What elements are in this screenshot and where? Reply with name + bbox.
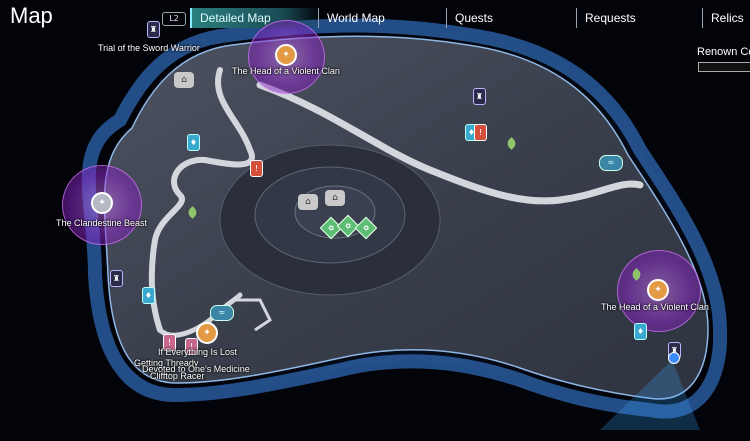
label-violent-clan-north: The Head of a Violent Clan [232, 66, 340, 76]
tab-requests[interactable]: Requests [576, 8, 695, 28]
label-trial: Trial of the Sword Warrior [98, 43, 200, 53]
shelter-icon[interactable]: ⌂ [298, 194, 318, 210]
shelter-icon[interactable]: ⌂ [325, 190, 345, 206]
waypoint-icon[interactable]: ♦ [634, 323, 647, 340]
page-title: Map [10, 3, 53, 28]
boss-medal-icon[interactable]: ✦ [275, 44, 297, 66]
renown-label: Renown Co [697, 46, 750, 58]
trial-marker-icon[interactable]: ♜ [147, 21, 160, 38]
tab-quests[interactable]: Quests [446, 8, 565, 28]
fishing-spot-icon[interactable]: ≈ [210, 305, 234, 321]
monument-icon[interactable]: ♜ [473, 88, 486, 105]
label-violent-clan-east: The Head of a Violent Clan [601, 302, 709, 312]
quest-marker-icon[interactable]: ! [474, 124, 487, 141]
renown-progress-bar [698, 62, 750, 72]
label-clifftop-racer: Clifftop Racer [150, 371, 205, 381]
tab-relics[interactable]: Relics [702, 8, 750, 28]
boss-medal-icon[interactable]: ✦ [91, 192, 113, 214]
label-clandestine-beast: The Clandestine Beast [56, 218, 148, 228]
waypoint-icon[interactable]: ♦ [187, 134, 200, 151]
monument-icon[interactable]: ♜ [110, 270, 123, 287]
shelter-icon[interactable]: ⌂ [174, 72, 194, 88]
player-location-icon [668, 352, 680, 364]
tab-bar: Detailed Map World Map Quests Requests R… [150, 8, 750, 30]
tab-world-map[interactable]: World Map [318, 8, 447, 28]
fishing-spot-icon[interactable]: ≈ [599, 155, 623, 171]
quest-medal-icon[interactable]: ✦ [196, 322, 218, 344]
waypoint-icon[interactable]: ♦ [142, 287, 155, 304]
boss-medal-icon[interactable]: ✦ [647, 279, 669, 301]
quest-marker-icon[interactable]: ! [250, 160, 263, 177]
label-everything-lost: If Everything Is Lost [158, 347, 238, 357]
